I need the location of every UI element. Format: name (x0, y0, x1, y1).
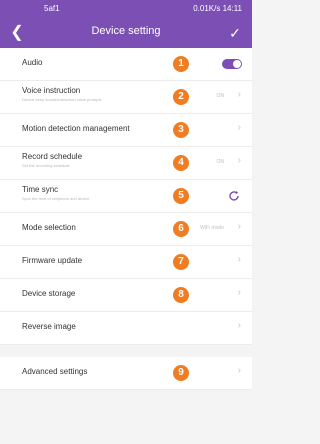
setting-label: Mode selection (22, 223, 76, 232)
number-badge: 3 (173, 122, 189, 138)
setting-label: Audio (22, 58, 43, 67)
status-left: 5af1 (44, 4, 60, 13)
number-badge: 5 (173, 188, 189, 204)
setting-description: Device beep sound/instruction voice prom… (22, 97, 102, 102)
setting-advanced[interactable]: Advanced settings 9 › (0, 357, 252, 390)
audio-toggle[interactable] (222, 59, 242, 69)
chevron-right-icon: › (237, 155, 241, 166)
setting-record-schedule[interactable]: Record schedule Set the recording schedu… (0, 147, 252, 180)
status-right: 0.01K/s 14:11 (193, 4, 242, 13)
status-bar: 5af1 0.01K/s 14:11 (0, 0, 252, 18)
number-badge: 8 (173, 287, 189, 303)
setting-firmware-update[interactable]: Firmware update 7 › (0, 246, 252, 279)
setting-label: Voice instruction (22, 86, 81, 95)
number-badge: 9 (173, 365, 189, 381)
number-badge: 6 (173, 221, 189, 237)
setting-mode-selection[interactable]: Mode selection 6 WiFi mode › (0, 213, 252, 246)
setting-description: Set the recording schedule (22, 163, 70, 168)
chevron-right-icon: › (237, 365, 241, 376)
setting-voice-instruction[interactable]: Voice instruction Device beep sound/inst… (0, 81, 252, 114)
chevron-right-icon: › (237, 221, 241, 232)
header-bar: ❮ Device setting ✓ (0, 18, 252, 48)
sync-icon[interactable] (228, 190, 240, 202)
chevron-right-icon: › (237, 254, 241, 265)
setting-value: WiFi mode (200, 225, 224, 231)
setting-reverse-image[interactable]: Reverse image › (0, 312, 252, 345)
setting-device-storage[interactable]: Device storage 8 › (0, 279, 252, 312)
number-badge: 2 (173, 89, 189, 105)
check-icon: ✓ (229, 25, 241, 41)
chevron-right-icon: › (237, 122, 241, 133)
setting-label: Record schedule (22, 152, 83, 161)
setting-audio[interactable]: Audio 1 (0, 48, 252, 81)
setting-description: Sync the time of cellphone and device (22, 196, 90, 201)
section-gap (0, 345, 252, 357)
number-badge: 1 (173, 56, 189, 72)
chevron-right-icon: › (237, 287, 241, 298)
setting-time-sync[interactable]: Time sync Sync the time of cellphone and… (0, 180, 252, 213)
setting-value: ON (216, 159, 225, 165)
toggle-knob (233, 60, 241, 68)
chevron-right-icon: › (237, 89, 241, 100)
setting-label: Motion detection management (22, 124, 130, 133)
save-button[interactable]: ✓ (224, 22, 246, 44)
setting-motion-detection[interactable]: Motion detection management 3 › (0, 114, 252, 147)
setting-label: Reverse image (22, 322, 76, 331)
number-badge: 4 (173, 155, 189, 171)
setting-label: Firmware update (22, 256, 83, 265)
setting-label: Advanced settings (22, 367, 88, 376)
page-title: Device setting (91, 25, 161, 37)
setting-value: ON (216, 93, 225, 99)
chevron-right-icon: › (237, 320, 241, 331)
setting-label: Time sync (22, 185, 59, 194)
number-badge: 7 (173, 254, 189, 270)
settings-list: Audio 1 Voice instruction Device beep so… (0, 48, 252, 390)
setting-label: Device storage (22, 289, 76, 298)
